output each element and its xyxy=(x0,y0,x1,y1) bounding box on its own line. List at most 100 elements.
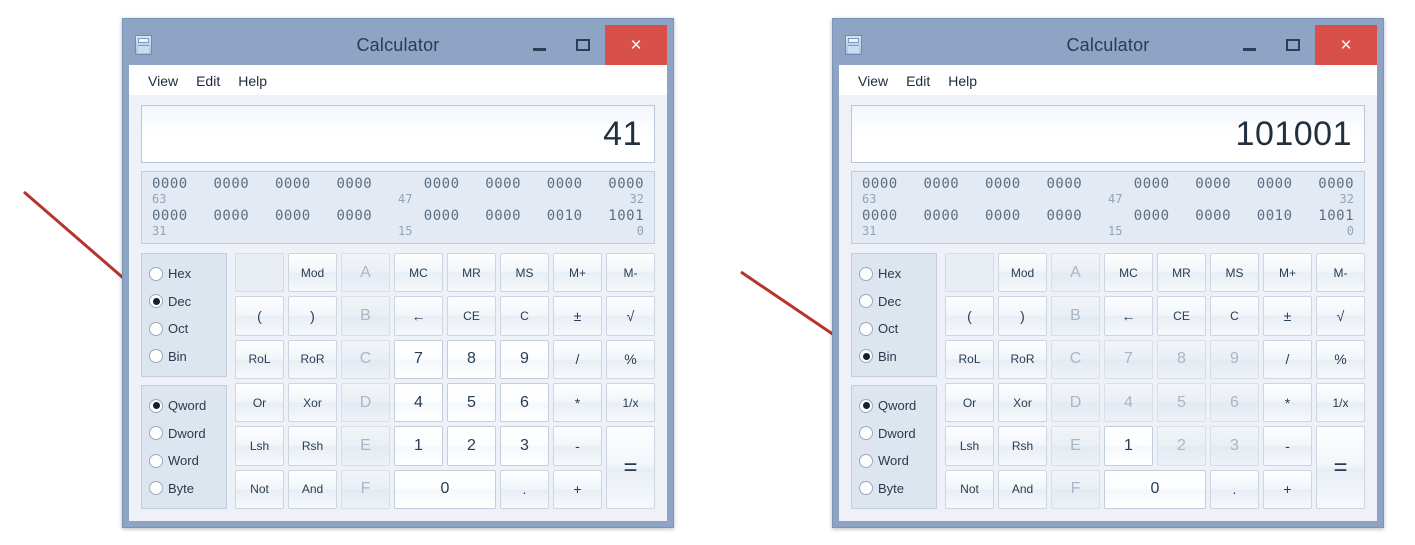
key-6[interactable]: 6 xyxy=(1210,382,1259,423)
key-m+[interactable]: M+ xyxy=(553,253,602,293)
key-[interactable]: ) xyxy=(288,296,337,336)
radio-item-dword[interactable]: Dword xyxy=(149,425,219,442)
title-bar[interactable]: Calculator × xyxy=(129,25,667,65)
radio-item-word[interactable]: Word xyxy=(859,452,929,469)
key-3[interactable]: 3 xyxy=(500,426,549,466)
key-2[interactable]: 2 xyxy=(447,426,496,466)
key-6[interactable]: 6 xyxy=(500,382,549,423)
key-not[interactable]: Not xyxy=(235,469,284,509)
key-[interactable]: = xyxy=(1316,426,1365,509)
key--[interactable]: - xyxy=(1263,426,1312,466)
key-a[interactable]: A xyxy=(1051,253,1100,293)
key-4[interactable]: 4 xyxy=(1104,382,1153,423)
key-[interactable]: * xyxy=(1263,382,1312,423)
key-and[interactable]: And xyxy=(288,469,337,509)
key-[interactable]: % xyxy=(1316,339,1365,379)
key-ror[interactable]: RoR xyxy=(998,339,1047,379)
key-f[interactable]: F xyxy=(1051,469,1100,509)
key-m+[interactable]: M+ xyxy=(1263,253,1312,293)
key-d[interactable]: D xyxy=(341,382,390,423)
key-3[interactable]: 3 xyxy=(1210,426,1259,466)
radio-item-dec[interactable]: Dec xyxy=(859,293,929,310)
bit-display-panel[interactable]: 0000 0000 0000 0000 0000 0000 0000 0000 63 47 32 00… xyxy=(141,171,655,244)
key-[interactable]: . xyxy=(500,469,549,509)
key-rol[interactable]: RoL xyxy=(945,339,994,379)
radio-item-dec[interactable]: Dec xyxy=(149,293,219,310)
radio-item-dword[interactable]: Dword xyxy=(859,425,929,442)
key-1x[interactable]: 1/x xyxy=(1316,382,1365,423)
key-+[interactable]: + xyxy=(1263,469,1312,509)
radio-item-oct[interactable]: Oct xyxy=(859,320,929,337)
key-[interactable]: * xyxy=(553,382,602,423)
key-[interactable]: ± xyxy=(1263,296,1312,336)
bit-display-panel[interactable]: 0000 0000 0000 0000 0000 0000 0000 0000 63 47 32 00… xyxy=(851,171,1365,244)
radio-item-bin[interactable]: Bin xyxy=(859,348,929,365)
key-mr[interactable]: MR xyxy=(1157,253,1206,293)
key-5[interactable]: 5 xyxy=(1157,382,1206,423)
key-c[interactable]: C xyxy=(1210,296,1259,336)
key-ms[interactable]: MS xyxy=(500,253,549,293)
key-4[interactable]: 4 xyxy=(394,382,443,423)
key-c[interactable]: C xyxy=(341,339,390,379)
key-d[interactable]: D xyxy=(1051,382,1100,423)
menu-item-edit[interactable]: Edit xyxy=(187,71,229,91)
radio-item-word[interactable]: Word xyxy=(149,452,219,469)
key-[interactable]: ( xyxy=(235,296,284,336)
close-button[interactable]: × xyxy=(605,25,667,65)
result-display[interactable]: 41 xyxy=(141,105,655,163)
key-a[interactable]: A xyxy=(341,253,390,293)
menu-item-edit[interactable]: Edit xyxy=(897,71,939,91)
result-display[interactable]: 101001 xyxy=(851,105,1365,163)
key-2[interactable]: 2 xyxy=(1157,426,1206,466)
key-[interactable]: ± xyxy=(553,296,602,336)
key-ms[interactable]: MS xyxy=(1210,253,1259,293)
key-8[interactable]: 8 xyxy=(1157,339,1206,379)
key-[interactable]: / xyxy=(553,339,602,379)
radio-item-qword[interactable]: Qword xyxy=(859,397,929,414)
key-7[interactable]: 7 xyxy=(1104,339,1153,379)
radio-item-byte[interactable]: Byte xyxy=(149,480,219,497)
key-or[interactable]: Or xyxy=(235,382,284,423)
key-m-[interactable]: M- xyxy=(1316,253,1365,293)
key-xor[interactable]: Xor xyxy=(998,382,1047,423)
key-or[interactable]: Or xyxy=(945,382,994,423)
key-mc[interactable]: MC xyxy=(394,253,443,293)
maximize-button[interactable] xyxy=(561,25,605,65)
key-[interactable]: ← xyxy=(1104,296,1153,336)
key-[interactable]: % xyxy=(606,339,655,379)
radio-item-qword[interactable]: Qword xyxy=(149,397,219,414)
key-[interactable]: . xyxy=(1210,469,1259,509)
key-b[interactable]: B xyxy=(1051,296,1100,336)
radio-item-oct[interactable]: Oct xyxy=(149,320,219,337)
key-9[interactable]: 9 xyxy=(500,339,549,379)
key-+[interactable]: + xyxy=(553,469,602,509)
key-[interactable]: √ xyxy=(1316,296,1365,336)
minimize-button[interactable] xyxy=(517,25,561,65)
radio-item-bin[interactable]: Bin xyxy=(149,348,219,365)
key-mod[interactable]: Mod xyxy=(998,253,1047,293)
key-[interactable]: ) xyxy=(998,296,1047,336)
key-ce[interactable]: CE xyxy=(447,296,496,336)
key-c[interactable]: C xyxy=(500,296,549,336)
close-button[interactable]: × xyxy=(1315,25,1377,65)
key-1[interactable]: 1 xyxy=(1104,426,1153,466)
menu-item-view[interactable]: View xyxy=(139,71,187,91)
key-[interactable]: = xyxy=(606,426,655,509)
key-mod[interactable]: Mod xyxy=(288,253,337,293)
maximize-button[interactable] xyxy=(1271,25,1315,65)
radio-item-hex[interactable]: Hex xyxy=(859,265,929,282)
key-b[interactable]: B xyxy=(341,296,390,336)
key-[interactable]: ← xyxy=(394,296,443,336)
radio-item-hex[interactable]: Hex xyxy=(149,265,219,282)
title-bar[interactable]: Calculator × xyxy=(839,25,1377,65)
key-lsh[interactable]: Lsh xyxy=(235,426,284,466)
key-0[interactable]: 0 xyxy=(1104,469,1206,509)
key-rol[interactable]: RoL xyxy=(235,339,284,379)
key-ror[interactable]: RoR xyxy=(288,339,337,379)
key-9[interactable]: 9 xyxy=(1210,339,1259,379)
key-1[interactable]: 1 xyxy=(394,426,443,466)
key-and[interactable]: And xyxy=(998,469,1047,509)
key-[interactable]: / xyxy=(1263,339,1312,379)
key-5[interactable]: 5 xyxy=(447,382,496,423)
key-e[interactable]: E xyxy=(1051,426,1100,466)
